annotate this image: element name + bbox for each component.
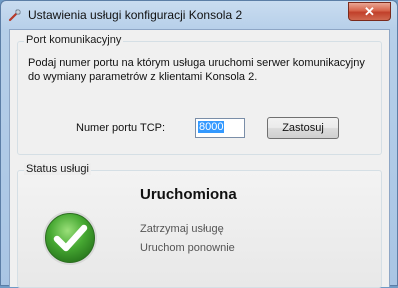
port-label: Numer portu TCP: bbox=[76, 122, 166, 134]
tools-icon bbox=[8, 9, 21, 22]
port-group-label: Port komunikacyjny bbox=[24, 34, 124, 46]
restart-service-link[interactable]: Uruchom ponownie bbox=[140, 242, 235, 254]
close-button[interactable]: ✕ bbox=[348, 2, 391, 21]
stop-service-link[interactable]: Zatrzymaj usługę bbox=[140, 223, 224, 235]
port-description: Podaj numer portu na którym usługa uruch… bbox=[28, 56, 373, 84]
port-value: 8000 bbox=[198, 121, 225, 133]
client-area: Port komunikacyjny Podaj numer portu na … bbox=[9, 29, 390, 288]
status-text: Uruchomiona bbox=[140, 186, 237, 203]
apply-button[interactable]: Zastosuj bbox=[267, 117, 339, 139]
port-input[interactable]: 8000 bbox=[195, 118, 245, 138]
config-window: Ustawienia usługi konfiguracji Konsola 2… bbox=[0, 0, 398, 288]
status-group-label: Status usługi bbox=[24, 163, 91, 175]
checkmark-icon bbox=[43, 211, 97, 265]
title-bar[interactable]: Ustawienia usługi konfiguracji Konsola 2… bbox=[1, 1, 397, 29]
window-title: Ustawienia usługi konfiguracji Konsola 2 bbox=[28, 8, 243, 22]
close-icon: ✕ bbox=[364, 3, 375, 19]
description-line-2: do wymiany parametrów z klientami Konsol… bbox=[28, 71, 258, 83]
description-line-1: Podaj numer portu na którym usługa uruch… bbox=[28, 57, 365, 69]
